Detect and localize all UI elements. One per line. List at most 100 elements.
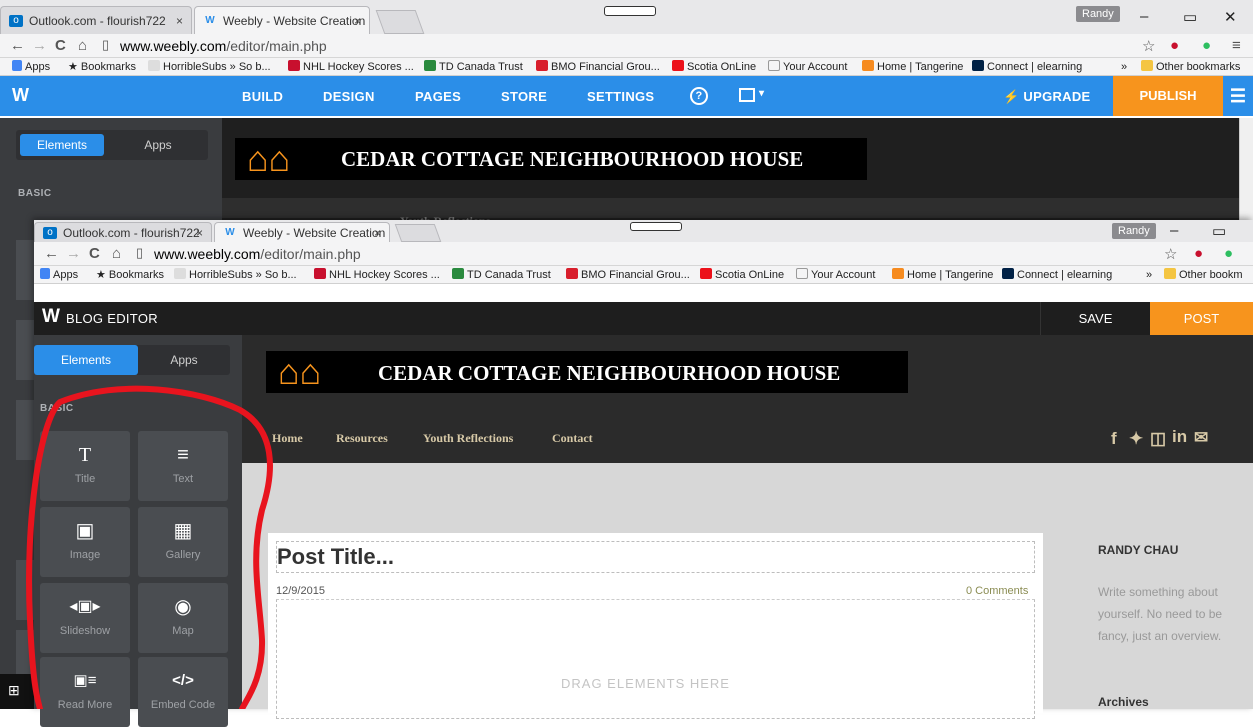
new-tab-button[interactable] — [394, 224, 442, 242]
tab-outlook[interactable]: o Outlook.com - flourish722 × — [0, 6, 192, 34]
element-image[interactable]: ▣ Image — [40, 507, 130, 577]
bookmark-horriblesubs[interactable]: HorribleSubs » So b... — [174, 268, 297, 282]
url-field[interactable]: www.weebly.com/editor/main.php — [120, 36, 327, 56]
bookmark-nhl[interactable]: NHL Hockey Scores ... — [288, 60, 414, 74]
forward-arrow-icon[interactable]: → — [66, 245, 81, 262]
bookmark-apps[interactable]: Apps — [12, 60, 50, 74]
new-tab-button[interactable] — [375, 10, 425, 34]
bmo-icon — [566, 268, 578, 279]
other-bookmarks[interactable]: Other bookm — [1164, 268, 1243, 282]
ubc-icon — [972, 60, 984, 71]
hamburger-menu-icon[interactable]: ☰ — [1223, 76, 1253, 116]
element-read-more[interactable]: ▣≡ Read More — [40, 657, 130, 727]
menu-youth-reflections[interactable]: Youth Reflections — [423, 431, 513, 446]
windows-start-icon[interactable]: ⊞ — [8, 682, 20, 699]
bookmark-td[interactable]: TD Canada Trust — [424, 60, 523, 74]
bookmark-ubc[interactable]: Connect | elearning — [972, 60, 1082, 74]
forward-arrow-icon[interactable]: → — [32, 37, 47, 54]
other-bookmarks[interactable]: Other bookmarks — [1141, 60, 1240, 74]
element-title[interactable]: T Title — [40, 431, 130, 501]
instagram-icon[interactable]: ◫ — [1150, 429, 1166, 449]
help-icon[interactable]: ? — [690, 87, 708, 105]
back-arrow-icon[interactable]: ← — [10, 37, 25, 54]
reload-icon[interactable]: C — [55, 37, 66, 54]
element-embed-code[interactable]: </> Embed Code — [138, 657, 228, 727]
nav-build[interactable]: BUILD — [242, 89, 283, 104]
facebook-icon[interactable]: f — [1111, 429, 1117, 449]
email-icon[interactable]: ✉ — [1194, 428, 1208, 448]
weebly-logo[interactable]: W — [12, 85, 29, 106]
bookmark-td[interactable]: TD Canada Trust — [452, 268, 551, 282]
menu-home[interactable]: Home — [272, 431, 303, 446]
star-icon[interactable]: ☆ — [1142, 37, 1155, 55]
bookmark-your-account[interactable]: Your Account — [796, 268, 875, 282]
twitter-icon[interactable]: ✦ — [1129, 429, 1143, 449]
close-tab-icon[interactable]: × — [374, 223, 381, 242]
post-title-field[interactable]: Post Title... — [276, 541, 1035, 573]
close-tab-icon[interactable]: × — [354, 7, 361, 34]
nav-settings[interactable]: SETTINGS — [587, 89, 654, 104]
close-window-button[interactable]: ✕ — [1224, 8, 1237, 26]
close-tab-icon[interactable]: × — [176, 7, 183, 34]
menu-resources[interactable]: Resources — [336, 431, 388, 446]
nav-store[interactable]: STORE — [501, 89, 547, 104]
bookmark-bookmarks[interactable]: ★ Bookmarks — [68, 60, 136, 74]
home-icon[interactable]: ⌂ — [112, 245, 121, 262]
bookmark-nhl[interactable]: NHL Hockey Scores ... — [314, 268, 440, 282]
tab-outlook[interactable]: o Outlook.com - flourish722 × — [34, 222, 212, 242]
tab-elements[interactable]: Elements — [34, 345, 138, 375]
minimize-button[interactable]: – — [1170, 222, 1178, 239]
tab-weebly[interactable]: W Weebly - Website Creation × — [194, 6, 370, 34]
bookmark-your-account[interactable]: Your Account — [768, 60, 847, 74]
bookmark-scotia[interactable]: Scotia OnLine — [700, 268, 784, 282]
bookmark-scotia[interactable]: Scotia OnLine — [672, 60, 756, 74]
device-preview-icon[interactable] — [739, 88, 755, 102]
tab-apps[interactable]: Apps — [138, 345, 230, 375]
star-icon[interactable]: ☆ — [1164, 245, 1177, 263]
tab-elements[interactable]: Elements — [20, 134, 104, 156]
bookmark-bmo[interactable]: BMO Financial Grou... — [536, 60, 660, 74]
bookmark-ubc[interactable]: Connect | elearning — [1002, 268, 1112, 282]
tab-weebly[interactable]: W Weebly - Website Creation × — [214, 222, 390, 242]
linkedin-icon[interactable]: in — [1172, 427, 1187, 447]
post-button[interactable]: POST — [1150, 302, 1253, 335]
nav-pages[interactable]: PAGES — [415, 89, 461, 104]
element-slideshow[interactable]: ◂▣▸ Slideshow — [40, 583, 130, 653]
bookmark-horriblesubs[interactable]: HorribleSubs » So b... — [148, 60, 271, 74]
bookmark-tangerine[interactable]: Home | Tangerine — [862, 60, 963, 74]
bookmark-bmo[interactable]: BMO Financial Grou... — [566, 268, 690, 282]
element-map[interactable]: ◉ Map — [138, 583, 228, 653]
bookmark-apps[interactable]: Apps — [40, 268, 78, 282]
minimize-button[interactable]: – — [1140, 8, 1148, 25]
url-field[interactable]: www.weebly.com/editor/main.php — [154, 244, 361, 264]
comments-link[interactable]: 0 Comments — [966, 585, 1028, 597]
menu-icon[interactable]: ≡ — [1232, 37, 1241, 54]
restore-button[interactable]: ▭ — [1212, 222, 1226, 240]
bookmarks-overflow[interactable]: » — [1121, 60, 1127, 74]
back-arrow-icon[interactable]: ← — [44, 245, 59, 262]
post-body-dropzone[interactable]: DRAG ELEMENTS HERE — [276, 599, 1035, 719]
publish-button[interactable]: PUBLISH — [1113, 76, 1223, 116]
weebly-logo[interactable]: W — [42, 306, 60, 328]
save-button[interactable]: SAVE — [1040, 302, 1150, 335]
bookmark-bookmarks[interactable]: ★ Bookmarks — [96, 268, 164, 282]
evernote-icon[interactable]: ● — [1224, 245, 1233, 262]
chevron-down-icon[interactable]: ▾ — [759, 88, 764, 99]
nav-design[interactable]: DESIGN — [323, 89, 375, 104]
tab-apps[interactable]: Apps — [116, 134, 200, 156]
bookmark-tangerine[interactable]: Home | Tangerine — [892, 268, 993, 282]
extension-icon[interactable]: ● — [1170, 37, 1179, 54]
element-gallery[interactable]: ▦ Gallery — [138, 507, 228, 577]
home-icon[interactable]: ⌂ — [78, 37, 87, 54]
evernote-icon[interactable]: ● — [1202, 37, 1211, 54]
profile-button[interactable]: Randy — [1112, 223, 1156, 239]
bookmarks-overflow[interactable]: » — [1146, 268, 1152, 282]
menu-contact[interactable]: Contact — [552, 431, 593, 446]
upgrade-button[interactable]: ⚡ UPGRADE — [1003, 89, 1091, 105]
profile-button[interactable]: Randy — [1076, 6, 1120, 22]
reload-icon[interactable]: C — [89, 245, 100, 262]
element-text[interactable]: ≡ Text — [138, 431, 228, 501]
restore-button[interactable]: ▭ — [1183, 8, 1197, 26]
extension-icon[interactable]: ● — [1194, 245, 1203, 262]
close-tab-icon[interactable]: × — [196, 223, 203, 242]
